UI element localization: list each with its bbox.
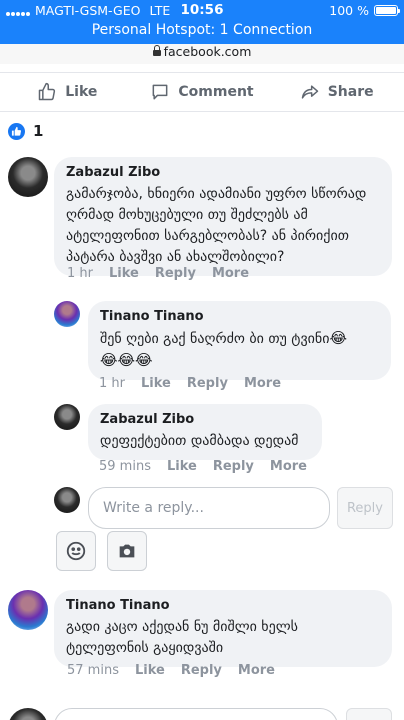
comment-timestamp: 1 hr	[67, 266, 93, 281]
comment-submit-button[interactable]	[346, 708, 392, 720]
post-action-bar: Like Comment Share	[0, 72, 404, 112]
comment-reply-link[interactable]: Reply	[155, 266, 196, 281]
hotspot-banner[interactable]: Personal Hotspot: 1 Connection	[0, 22, 404, 38]
status-bar: MAGTI-GSM-GEO LTE 10:56 100 % Personal H…	[0, 0, 404, 44]
comment-meta: 57 mins Like Reply More	[67, 663, 275, 678]
comment-author[interactable]: Tinano Tinano	[100, 309, 379, 324]
comment-reply-link[interactable]: Reply	[181, 663, 222, 678]
comment-timestamp: 57 mins	[67, 663, 119, 678]
url-bar[interactable]: facebook.com	[0, 44, 404, 64]
comment-like-link[interactable]: Like	[167, 459, 197, 474]
comment-text: დეფექტებით დამბადა დედამ	[100, 433, 299, 449]
share-icon	[301, 85, 318, 99]
comment-input[interactable]	[54, 708, 338, 720]
sticker-button[interactable]	[56, 531, 96, 571]
comment-button[interactable]: Comment	[135, 73, 270, 111]
comment-author[interactable]: Zabazul Zibo	[66, 165, 380, 180]
avatar	[8, 708, 48, 720]
share-button[interactable]: Share	[269, 73, 404, 111]
comment-label: Comment	[178, 84, 254, 100]
comment-meta: 1 hr Like Reply More	[67, 266, 249, 281]
comment-bubble[interactable]: Tinano Tinano გადი კაცო აქედან ნუ მიშლი …	[54, 590, 392, 667]
reply-input[interactable]: Write a reply...	[88, 487, 330, 529]
photo-button[interactable]	[107, 531, 147, 571]
thumbs-up-icon	[39, 82, 56, 101]
lock-icon	[152, 45, 161, 56]
comment-author[interactable]: Tinano Tinano	[66, 598, 380, 613]
avatar[interactable]	[54, 301, 80, 327]
comment-text: გადი კაცო აქედან ნუ მიშლი ხელს ტელეფონის…	[66, 619, 298, 656]
comment-timestamp: 1 hr	[99, 376, 125, 391]
comment-more-link[interactable]: More	[238, 663, 275, 678]
comment-text: გამარჯობა, ხნიერი ადამიანი უფრო სწორად ღ…	[66, 186, 367, 265]
reply-submit-button[interactable]: Reply	[337, 487, 393, 529]
camera-icon	[119, 544, 135, 558]
comment-like-link[interactable]: Like	[135, 663, 165, 678]
url-domain: facebook.com	[163, 44, 252, 59]
battery-icon	[374, 5, 400, 16]
avatar	[54, 487, 80, 513]
reaction-count: 1	[33, 122, 44, 140]
emoji: 😂	[329, 329, 347, 347]
comment-reply-link[interactable]: Reply	[187, 376, 228, 391]
comment-bubble[interactable]: Zabazul Zibo დეფექტებით დამბადა დედამ	[88, 404, 322, 460]
comment-bubble[interactable]: Zabazul Zibo გამარჯობა, ხნიერი ადამიანი …	[54, 157, 392, 276]
emoji-line: 😂😂😂	[100, 351, 153, 369]
comment-text-wrap: შენ ღები გაქ ნაღრძო ბი თუ ტვინი😂 😂😂😂	[100, 328, 379, 372]
comment-meta: 59 mins Like Reply More	[99, 459, 307, 474]
comment-bubble[interactable]: Tinano Tinano შენ ღები გაქ ნაღრძო ბი თუ …	[88, 301, 391, 380]
like-label: Like	[65, 84, 98, 100]
like-button[interactable]: Like	[0, 73, 135, 111]
comment-icon	[152, 84, 168, 100]
comment-text: შენ ღები გაქ ნაღრძო ბი თუ ტვინი	[100, 331, 330, 347]
comment-like-link[interactable]: Like	[141, 376, 171, 391]
avatar[interactable]	[8, 590, 48, 630]
avatar[interactable]	[54, 404, 80, 430]
comment-more-link[interactable]: More	[244, 376, 281, 391]
comment-reply-link[interactable]: Reply	[213, 459, 254, 474]
comment-timestamp: 59 mins	[99, 459, 151, 474]
comment-more-link[interactable]: More	[212, 266, 249, 281]
reaction-summary[interactable]: 1	[8, 122, 43, 140]
smiley-icon	[66, 541, 86, 561]
battery-percent: 100 %	[329, 3, 369, 18]
avatar[interactable]	[8, 157, 48, 197]
comment-like-link[interactable]: Like	[109, 266, 139, 281]
comment-meta: 1 hr Like Reply More	[99, 376, 281, 391]
comment-more-link[interactable]: More	[270, 459, 307, 474]
comment-author[interactable]: Zabazul Zibo	[100, 412, 310, 427]
share-label: Share	[327, 84, 374, 100]
like-reaction-icon	[8, 122, 25, 140]
